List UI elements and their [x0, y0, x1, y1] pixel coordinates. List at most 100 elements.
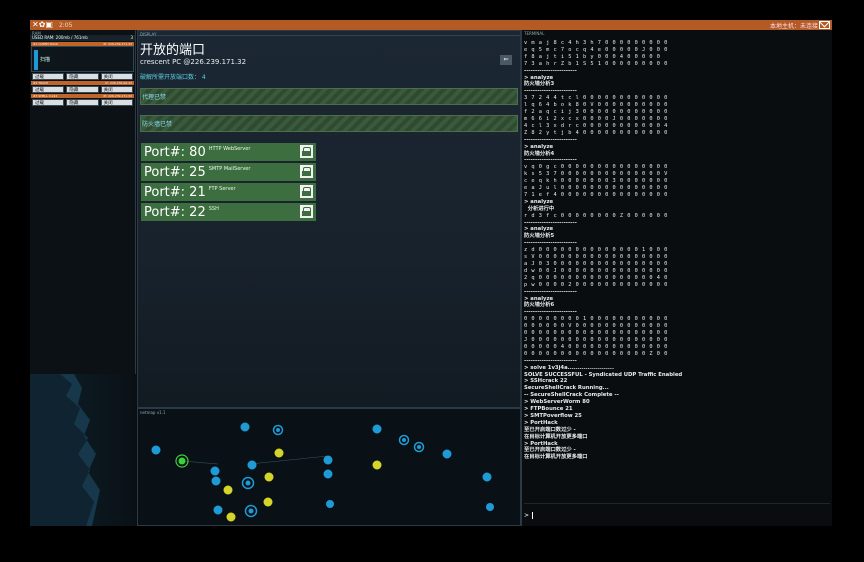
terminal-output: v m a j 8 c 4 h 3 h 7 0 0 0 0 0 0 0 0 0e… — [524, 40, 824, 461]
lock-icon — [300, 165, 313, 178]
port-22[interactable]: Port#: 22 SSH — [141, 203, 316, 221]
port-service: FTP Server — [208, 185, 236, 192]
network-node[interactable] — [213, 505, 223, 515]
hide-button[interactable]: 隐藏 — [66, 73, 99, 80]
terminal-line: > analyze — [524, 226, 554, 233]
terminal-line: > analyze — [524, 295, 554, 302]
process-scan: #1 CLIENT-HACK IP: 226.239.171.32 扫描 过载 … — [31, 42, 134, 80]
clock: 2:05 — [58, 21, 73, 29]
terminal-line: > FTPBounce 21 — [524, 406, 573, 413]
network-node[interactable] — [274, 448, 284, 458]
terminal-line: e q 5 m c 7 o c q 4 e 0 0 0 0 0 J 0 0 0 — [524, 46, 668, 53]
hide-button[interactable]: 隐藏 — [66, 86, 99, 93]
terminal-line: c e q k h 0 0 0 0 0 0 0 3 0 0 0 0 0 0 0 — [524, 178, 668, 185]
terminal-line: 7 1 e f 4 0 0 0 0 0 0 0 0 0 0 0 0 0 0 0 — [524, 191, 668, 198]
network-node[interactable] — [323, 469, 333, 479]
firewall-status: 防火墙已禁 — [140, 115, 518, 132]
progress-bar — [34, 50, 38, 70]
close-button[interactable]: 关闭 — [100, 86, 133, 93]
cursor — [532, 512, 534, 519]
port-25[interactable]: Port#: 25 SMTP MailServer — [141, 163, 316, 181]
terminal-line: 在目标计算机开放更多端口 — [524, 433, 588, 440]
network-node[interactable] — [326, 500, 334, 508]
terminal-line: f 2 a q c i j 3 0 0 0 0 0 0 0 0 0 0 0 0 — [524, 109, 668, 116]
process-header: #3 SHELL 0.224 IP: 226.239.171.32 — [31, 94, 134, 98]
back-button[interactable]: ⇐ — [500, 55, 512, 65]
terminal-line: k s 5 3 7 0 0 0 0 0 0 0 0 0 0 0 0 0 0 V — [524, 171, 668, 178]
port-service: HTTP WebServer — [208, 145, 251, 152]
netmap-panel: netmap v1.1 — [137, 408, 521, 526]
terminal-line: a J 0 3 0 0 0 0 0 0 0 0 0 0 0 0 0 0 0 0 — [524, 261, 668, 267]
network-node[interactable] — [323, 455, 333, 465]
ram-panel: RAM USED RAM: 200mb / 761mb 3 #1 CLIENT-… — [30, 30, 136, 374]
network-node[interactable] — [372, 424, 382, 434]
terminal-line: SecureShellCrack Running... — [524, 385, 609, 392]
terminal-line: ------------------------ — [524, 88, 577, 95]
terminal-line: 0 0 0 0 0 0 0 0 1 0 0 0 0 0 0 0 0 0 0 0 — [524, 316, 668, 323]
terminal-line: 0 0 0 0 0 4 0 0 0 0 0 0 0 0 0 0 0 0 0 0 — [524, 343, 668, 350]
process-trace: #2 TRACE IP: 226.239.96.42 过载 隐藏 关闭 — [31, 81, 134, 93]
process-header: #2 TRACE IP: 226.239.96.42 — [31, 81, 134, 85]
process-buttons: 过载 隐藏 关闭 — [32, 73, 133, 80]
terminal-line: ------------------------ — [524, 136, 577, 143]
network-node[interactable] — [223, 485, 233, 495]
network-node[interactable] — [226, 512, 236, 522]
proxy-status: 代理已禁 — [140, 88, 518, 105]
network-node[interactable] — [442, 449, 452, 459]
network-node[interactable] — [264, 472, 274, 482]
terminal-line: > analyze — [524, 143, 554, 150]
terminal-line: v m a j 8 c 4 h 3 h 7 0 0 0 0 0 0 0 0 0 — [524, 40, 668, 46]
terminal-line: SOLVE SUCCESSFUL - Syndicated UDP Traffi… — [524, 371, 683, 378]
terminal-panel: TERMINAL v m a j 8 c 4 h 3 h 7 0 0 0 0 0… — [521, 30, 832, 526]
terminal-input[interactable]: > — [524, 503, 830, 523]
close-button[interactable]: 关闭 — [100, 73, 133, 80]
terminal-line: d w 0 0 J 0 0 0 0 0 0 0 0 0 0 0 0 0 0 0 — [524, 267, 668, 274]
network-node[interactable] — [263, 497, 273, 507]
terminal-line: -- SecureShellCrack Complete -- — [524, 392, 619, 399]
target-address: crescent PC @226.239.171.32 — [140, 58, 247, 66]
overload-button[interactable]: 过载 — [32, 99, 65, 106]
network-node[interactable] — [211, 476, 221, 486]
ram-used-text: USED RAM: 200mb / 761mb — [32, 35, 88, 40]
terminal-line: ------------------------ — [524, 157, 577, 164]
mail-icon[interactable] — [819, 21, 830, 29]
overload-button[interactable]: 过载 — [32, 86, 65, 93]
terminal-line: 3 7 2 4 4 t c l 0 0 0 0 0 0 0 0 0 0 0 0 — [524, 95, 668, 102]
ram-usage: USED RAM: 200mb / 761mb 3 — [30, 35, 135, 41]
port-number: Port#: 80 — [144, 144, 206, 160]
network-node[interactable] — [240, 422, 250, 432]
network-node[interactable] — [247, 460, 257, 470]
network-node[interactable] — [482, 472, 492, 482]
terminal-line: 0 0 0 0 0 0 V 0 0 0 0 0 0 0 0 0 0 0 0 0 — [524, 323, 668, 330]
process-name: #3 SHELL 0.224 — [33, 94, 58, 98]
process-ip: IP: 226.239.171.32 — [103, 94, 132, 98]
ram-count: 3 — [130, 35, 133, 40]
close-button[interactable]: 关闭 — [100, 99, 133, 106]
network-node[interactable] — [210, 466, 220, 476]
terminal-line: ------------------------ — [524, 288, 577, 295]
terminal-line: 0 0 0 0 0 0 0 0 0 0 0 0 0 0 0 0 0 Z 0 0 — [524, 350, 668, 357]
terminal-line: s V 0 0 0 0 0 0 0 0 0 0 0 0 0 0 0 0 0 0 — [524, 254, 668, 261]
terminal-line: Z 8 2 y t j b 4 0 0 0 0 0 0 0 0 0 0 0 0 — [524, 129, 668, 136]
port-21[interactable]: Port#: 21 FTP Server — [141, 183, 316, 201]
process-body: 扫描 — [31, 46, 134, 72]
terminal-line: z d 0 0 0 0 0 0 0 0 0 0 0 0 0 0 1 0 0 0 — [524, 247, 668, 254]
terminal-line: m 6 6 i 2 x c x 0 0 0 0 J 0 0 0 0 0 0 0 — [524, 115, 668, 122]
terminal-line: 0 0 0 0 0 0 0 0 0 0 0 0 0 0 0 0 0 0 0 0 — [524, 330, 668, 337]
port-80[interactable]: Port#: 80 HTTP WebServer — [141, 143, 316, 161]
network-node[interactable] — [486, 503, 494, 511]
hide-button[interactable]: 隐藏 — [66, 99, 99, 106]
overload-button[interactable]: 过载 — [32, 73, 65, 80]
terminal-line: 4 c l 3 x d r c 0 0 0 0 0 0 0 0 0 0 0 4 — [524, 122, 668, 129]
terminal-line: > analyze — [524, 198, 554, 205]
port-service: SMTP MailServer — [208, 165, 251, 172]
terminal-line: > SSHcrack 22 — [524, 378, 568, 385]
network-node[interactable] — [372, 460, 382, 470]
terminal-line: > WebServerWorm 80 — [524, 399, 590, 406]
terminal-line: p w 0 0 0 0 2 0 0 0 0 0 0 0 0 0 0 0 0 0 — [524, 281, 668, 288]
system-icons[interactable]: ✕✿▣ — [32, 20, 53, 30]
terminal-line: l q 6 4 b o k 8 0 V 0 0 0 0 0 0 0 0 0 0 — [524, 102, 668, 109]
process-buttons: 过载 隐藏 关闭 — [32, 86, 133, 93]
network-node[interactable] — [151, 445, 161, 455]
terminal-line: 2 q 0 0 0 0 0 0 0 0 0 0 0 0 0 0 0 0 4 0 — [524, 274, 668, 281]
